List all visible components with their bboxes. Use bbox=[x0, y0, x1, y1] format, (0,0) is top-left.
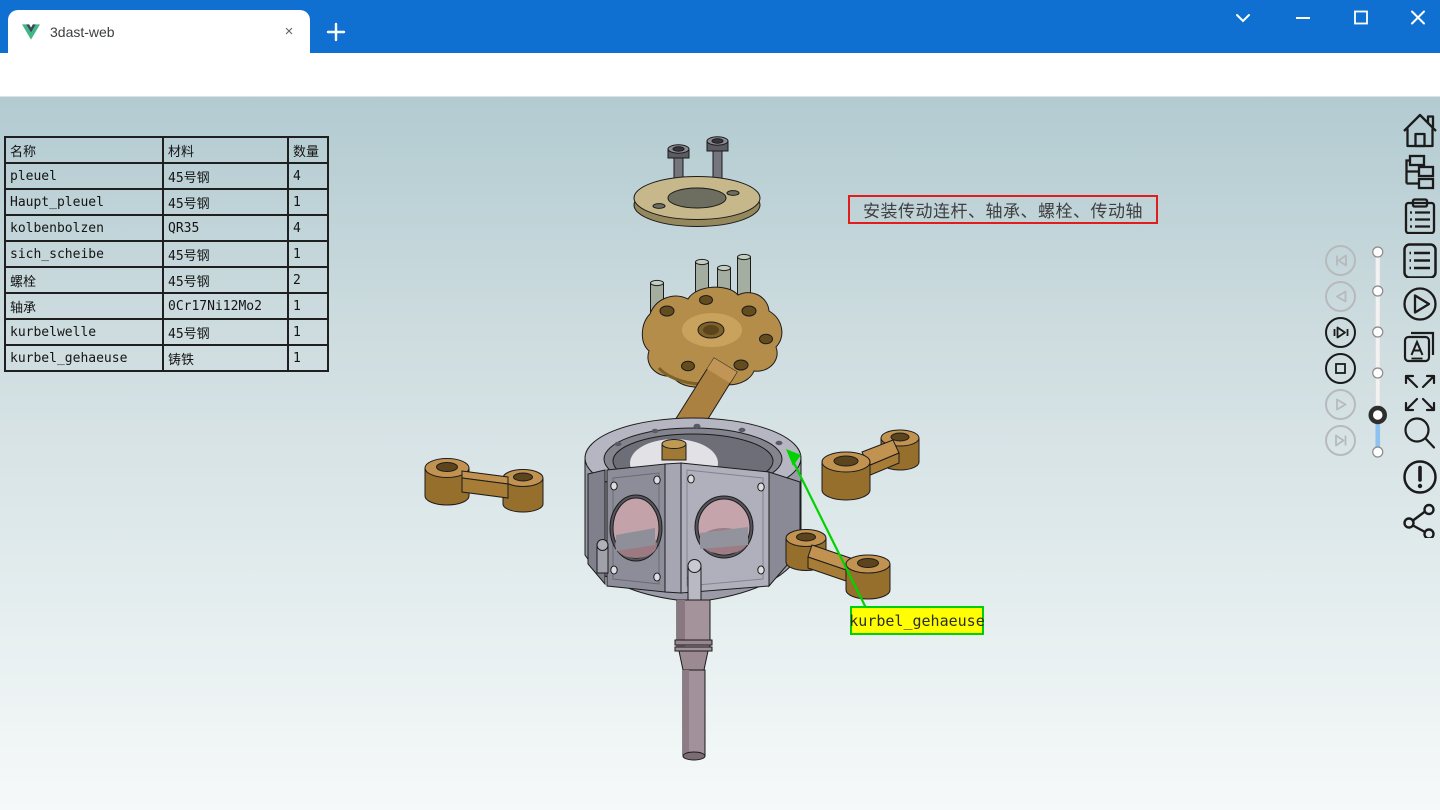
browser-tab[interactable]: 3dast-web × bbox=[8, 10, 310, 53]
play-button[interactable] bbox=[1325, 389, 1356, 420]
step-slider[interactable] bbox=[1366, 244, 1390, 464]
browser-toolbar: 不安全 192.168.30.157:11182/index.html?view… bbox=[0, 53, 1440, 97]
clipboard-list-icon[interactable] bbox=[1402, 198, 1438, 234]
new-tab-button[interactable] bbox=[322, 18, 350, 46]
table-row: 轴承0Cr17Ni12Mo21 bbox=[5, 293, 328, 319]
bom-header-material: 材料 bbox=[163, 137, 288, 163]
step-back-button[interactable] bbox=[1325, 281, 1356, 312]
text-annotation-icon[interactable] bbox=[1402, 329, 1438, 365]
bom-table: 名称 材料 数量 pleuel45号钢4 Haupt_pleuel45号钢1 k… bbox=[4, 136, 329, 372]
part-rod-right-lower[interactable] bbox=[786, 530, 890, 600]
window-maximize-button[interactable] bbox=[1350, 6, 1372, 30]
tab-close-icon[interactable]: × bbox=[280, 23, 298, 41]
assembly-tree-icon[interactable] bbox=[1402, 154, 1438, 190]
part-rod-left[interactable] bbox=[425, 459, 543, 513]
slider-step-3[interactable] bbox=[1373, 327, 1383, 337]
zoom-icon[interactable] bbox=[1402, 416, 1438, 452]
browser-titlebar: 3dast-web × bbox=[0, 0, 1440, 53]
part-washer[interactable] bbox=[634, 177, 760, 227]
window-close-button[interactable] bbox=[1407, 6, 1429, 30]
table-row: pleuel45号钢4 bbox=[5, 163, 328, 189]
expand-arrows-icon[interactable] bbox=[1402, 370, 1438, 416]
skip-end-button[interactable] bbox=[1325, 425, 1356, 456]
slider-step-2[interactable] bbox=[1373, 286, 1383, 296]
slider-thumb[interactable] bbox=[1371, 408, 1385, 422]
vue-favicon-icon bbox=[22, 24, 40, 40]
table-row: 螺栓45号钢2 bbox=[5, 267, 328, 293]
bom-header-qty: 数量 bbox=[288, 137, 328, 163]
assembly-step-note: 安装传动连杆、轴承、螺栓、传动轴 bbox=[848, 195, 1158, 224]
window-minimize-button[interactable] bbox=[1292, 6, 1314, 30]
exclamation-icon[interactable] bbox=[1402, 459, 1438, 495]
slider-step-6[interactable] bbox=[1373, 447, 1383, 457]
part-drive-shaft[interactable] bbox=[675, 600, 712, 760]
play-circle-icon[interactable] bbox=[1402, 286, 1438, 322]
list-icon[interactable] bbox=[1402, 242, 1438, 278]
bom-header-name: 名称 bbox=[5, 137, 163, 163]
part-name-label: kurbel_gehaeuse bbox=[850, 606, 984, 635]
step-play-button[interactable] bbox=[1325, 317, 1356, 348]
table-row: Haupt_pleuel45号钢1 bbox=[5, 189, 328, 215]
table-row: kolbenbolzenQR354 bbox=[5, 215, 328, 241]
skip-start-button[interactable] bbox=[1325, 245, 1356, 276]
bom-header-row: 名称 材料 数量 bbox=[5, 137, 328, 163]
part-rod-right-upper[interactable] bbox=[822, 430, 919, 500]
table-row: sich_scheibe45号钢1 bbox=[5, 241, 328, 267]
slider-step-4[interactable] bbox=[1373, 368, 1383, 378]
table-row: kurbelwelle45号钢1 bbox=[5, 319, 328, 345]
slider-step-1[interactable] bbox=[1373, 247, 1383, 257]
window-chevron-button[interactable] bbox=[1232, 6, 1254, 30]
tab-title: 3dast-web bbox=[50, 24, 280, 40]
share-nodes-icon[interactable] bbox=[1402, 502, 1438, 538]
stop-button[interactable] bbox=[1325, 353, 1356, 384]
home-icon[interactable] bbox=[1402, 112, 1438, 148]
part-crank-housing[interactable] bbox=[585, 418, 801, 602]
table-row: kurbel_gehaeuse铸铁1 bbox=[5, 345, 328, 371]
